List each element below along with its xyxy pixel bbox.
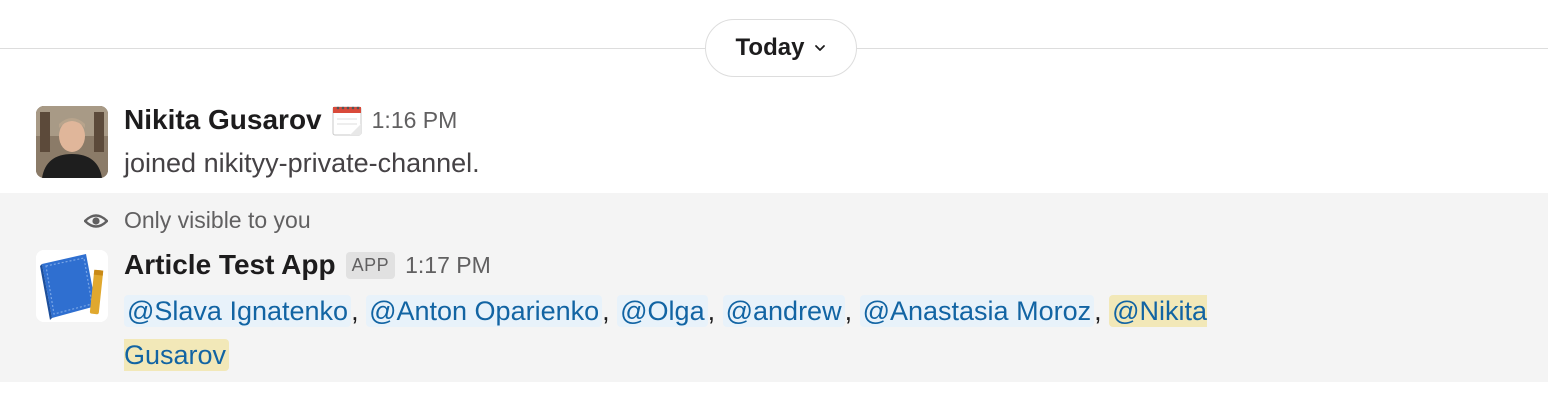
chevron-down-icon [815, 45, 826, 51]
user-mention[interactable]: @Slava Ignatenko [124, 295, 352, 327]
eye-icon [84, 213, 108, 228]
user-mention[interactable]: @Anton Oparienko [366, 295, 603, 327]
system-message-text: joined nikityy-private-channel. [124, 148, 480, 178]
avatar[interactable] [36, 106, 108, 178]
user-photo [36, 106, 108, 178]
app-avatar[interactable] [36, 250, 108, 322]
author-name[interactable]: Nikita Gusarov [124, 104, 322, 136]
date-label: Today [735, 34, 805, 61]
user-mention[interactable]: @andrew [722, 295, 845, 327]
mention-separator: , [707, 296, 723, 326]
calendar-icon [332, 106, 362, 136]
message-body: @Slava Ignatenko, @Anton Oparienko, @Olg… [124, 289, 1284, 377]
message-join: Nikita Gusarov 1:16 PM joined nikityy-pr… [0, 96, 1548, 192]
mention-separator: , [1094, 296, 1110, 326]
message-ephemeral: Only visible to you Article Test App APP… [0, 193, 1548, 382]
user-mention[interactable]: @Olga [617, 295, 708, 327]
mention-separator: , [844, 296, 860, 326]
mention-separator: , [351, 296, 367, 326]
message-timestamp[interactable]: 1:17 PM [405, 252, 491, 279]
date-jump-button[interactable]: Today [705, 19, 857, 77]
visibility-label: Only visible to you [124, 207, 311, 233]
visibility-note: Only visible to you [84, 207, 311, 234]
book-icon [36, 250, 108, 322]
app-badge: APP [345, 251, 396, 279]
mention-separator: , [602, 296, 618, 326]
user-mention[interactable]: @Anastasia Moroz [859, 295, 1095, 327]
app-name[interactable]: Article Test App [124, 249, 336, 281]
message-timestamp[interactable]: 1:16 PM [372, 107, 458, 134]
